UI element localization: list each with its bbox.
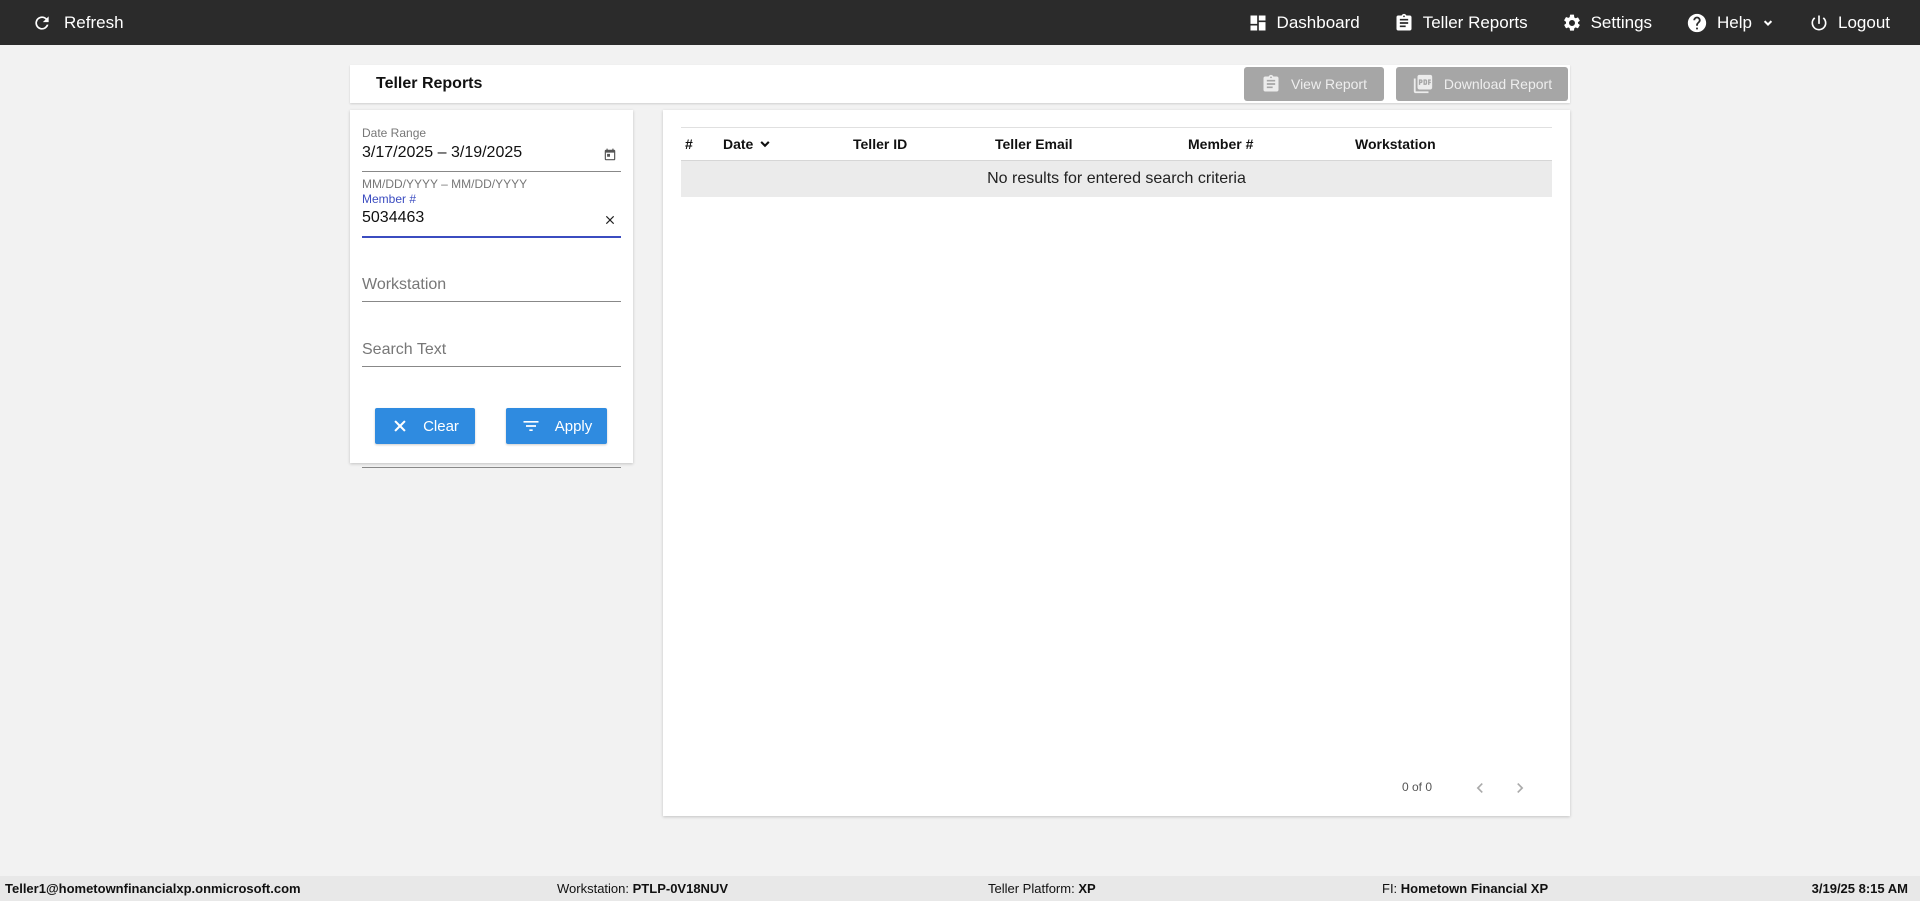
footer-platform-value: XP xyxy=(1078,881,1096,896)
nav-logout[interactable]: Logout xyxy=(1809,13,1890,33)
top-bar: Refresh Dashboard Teller Reports Setting… xyxy=(0,0,1920,45)
status-bar: Teller1@hometownfinancialxp.onmicrosoft.… xyxy=(0,876,1920,901)
search-text-field[interactable]: Search Text xyxy=(362,341,621,377)
pager-count: 0 of 0 xyxy=(1402,780,1433,794)
filter-icon xyxy=(523,421,539,431)
apply-button[interactable]: Apply xyxy=(506,408,607,444)
page-title: Teller Reports xyxy=(376,75,483,92)
refresh-label: Refresh xyxy=(64,12,124,32)
footer-user-value: Teller1@hometownfinancialxp.onmicrosoft.… xyxy=(5,881,301,896)
footer-datetime-value: 3/19/25 8:15 AM xyxy=(1811,881,1908,896)
column-date[interactable]: Date xyxy=(723,136,773,152)
nav-settings[interactable]: Settings xyxy=(1562,13,1652,33)
view-report-label: View Report xyxy=(1290,76,1367,92)
page-header: Teller Reports View Report Download Repo… xyxy=(350,65,1570,103)
clear-label: Clear xyxy=(423,417,459,435)
column-member[interactable]: Member # xyxy=(1188,136,1253,152)
nav-dashboard-label: Dashboard xyxy=(1276,12,1360,32)
member-underline xyxy=(362,236,621,238)
nav-logout-label: Logout xyxy=(1838,12,1890,32)
footer-fi-label: FI: xyxy=(1382,881,1398,896)
dashboard-icon xyxy=(1250,15,1266,30)
refresh-icon xyxy=(35,15,49,30)
footer-fi-value: Hometown Financial XP xyxy=(1400,881,1549,896)
apply-label: Apply xyxy=(554,417,593,435)
refresh-button[interactable]: Refresh xyxy=(32,0,124,45)
pdf-icon xyxy=(1413,74,1433,94)
footer-fi: FI: Hometown Financial XP xyxy=(1382,881,1548,896)
member-field[interactable]: Member # 5034463 xyxy=(362,192,621,238)
chevron-right-icon[interactable] xyxy=(1510,778,1530,798)
calendar-icon[interactable] xyxy=(603,148,617,162)
close-icon[interactable] xyxy=(603,213,617,227)
empty-message: No results for entered search criteria xyxy=(681,161,1552,197)
top-nav: Dashboard Teller Reports Settings Help L… xyxy=(1214,0,1890,45)
table-header: # Date Teller ID Teller Email Member # W… xyxy=(681,127,1552,161)
member-label: Member # xyxy=(362,192,417,206)
search-text-input[interactable]: Search Text xyxy=(362,341,621,359)
column-date-label: Date xyxy=(723,136,754,152)
date-range-underline xyxy=(362,171,621,172)
workstation-input[interactable]: Workstation xyxy=(362,276,621,294)
column-workstation[interactable]: Workstation xyxy=(1355,136,1436,152)
footer-platform: Teller Platform: XP xyxy=(988,881,1096,896)
footer-user: Teller1@hometownfinancialxp.onmicrosoft.… xyxy=(5,881,301,896)
chevron-down-icon xyxy=(1763,19,1773,26)
nav-teller-reports[interactable]: Teller Reports xyxy=(1394,13,1528,33)
nav-teller-reports-label: Teller Reports xyxy=(1422,12,1528,32)
column-teller-email[interactable]: Teller Email xyxy=(995,136,1073,152)
help-icon xyxy=(1687,13,1707,32)
footer-platform-label: Teller Platform: xyxy=(988,881,1075,896)
results-panel: # Date Teller ID Teller Email Member # W… xyxy=(663,110,1570,816)
workstation-underline xyxy=(362,467,621,468)
workstation-field[interactable]: Workstation xyxy=(362,276,621,468)
nav-dashboard[interactable]: Dashboard xyxy=(1248,13,1360,33)
clipboard-icon xyxy=(1396,13,1412,31)
footer-workstation: Workstation: PTLP-0V18NUV xyxy=(557,881,728,896)
date-range-input[interactable]: 3/17/2025 – 3/19/2025 xyxy=(362,144,621,166)
footer-datetime: 3/19/25 8:15 AM xyxy=(1812,881,1908,896)
view-report-button[interactable]: View Report xyxy=(1244,67,1384,101)
date-range-field[interactable]: Date Range 3/17/2025 – 3/19/2025 xyxy=(362,126,621,172)
nav-help[interactable]: Help xyxy=(1686,12,1775,34)
search-text-underline xyxy=(362,366,621,367)
column-number[interactable]: # xyxy=(685,136,693,152)
member-input[interactable]: 5034463 xyxy=(362,209,621,231)
date-range-label: Date Range xyxy=(362,126,427,140)
date-range-hint: MM/DD/YYYY – MM/DD/YYYY xyxy=(362,177,621,191)
gear-icon xyxy=(1563,14,1580,31)
chevron-down-icon xyxy=(760,141,770,148)
close-icon xyxy=(394,420,406,432)
date-format-hint: MM/DD/YYYY – MM/DD/YYYY xyxy=(362,177,528,191)
power-icon xyxy=(1811,15,1827,30)
column-teller-id[interactable]: Teller ID xyxy=(853,136,907,152)
download-report-label: Download Report xyxy=(1443,76,1553,92)
chevron-left-icon[interactable] xyxy=(1470,778,1490,798)
nav-settings-label: Settings xyxy=(1590,12,1653,32)
workstation-underline xyxy=(362,301,621,302)
clear-button[interactable]: Clear xyxy=(375,408,475,444)
download-report-button[interactable]: Download Report xyxy=(1396,67,1568,101)
nav-help-label: Help xyxy=(1717,12,1752,32)
footer-workstation-label: Workstation: xyxy=(557,881,630,896)
footer-workstation-value: PTLP-0V18NUV xyxy=(632,881,729,896)
filter-panel: Date Range 3/17/2025 – 3/19/2025 MM/DD/Y… xyxy=(350,110,633,468)
clipboard-icon xyxy=(1263,74,1279,92)
